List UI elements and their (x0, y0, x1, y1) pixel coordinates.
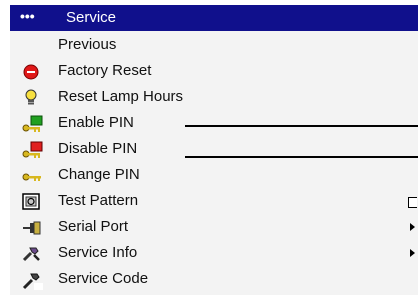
lamp-icon (22, 89, 42, 107)
menu-item-label: Factory Reset (58, 62, 152, 79)
service-code-icon (22, 271, 43, 290)
test-pattern-checkbox[interactable] (408, 197, 417, 208)
change-pin-key-icon (22, 167, 42, 185)
menu-item-label: Previous (58, 36, 117, 53)
menu-item-change-pin[interactable]: Change PIN (10, 163, 418, 189)
menu-item-label: Test Pattern (58, 192, 139, 209)
menu-item-service-code[interactable]: Service Code (10, 267, 418, 293)
menu-item-factory-reset[interactable]: Factory Reset (10, 59, 418, 85)
menu-title-bar: ••• Service (10, 5, 418, 31)
serial-port-icon (22, 219, 42, 237)
serial-port-submenu-arrow-icon (410, 223, 415, 231)
menu-item-reset-lamp-hours[interactable]: Reset Lamp Hours (10, 85, 418, 111)
service-info-submenu-arrow-icon (410, 249, 415, 257)
menu-item-label: Enable PIN (58, 114, 134, 131)
menu-item-label: Service Info (58, 244, 138, 261)
menu-item-label: Service Code (58, 270, 149, 287)
menu-item-previous[interactable]: Previous (10, 33, 418, 59)
menu-item-enable-pin[interactable]: Enable PIN (10, 111, 418, 137)
test-pattern-icon (22, 193, 42, 211)
menu-item-service-info[interactable]: Service Info (10, 241, 418, 267)
service-menu: ••• Service Previous Factory Reset Reset… (10, 5, 418, 295)
menu-item-label: Disable PIN (58, 140, 138, 157)
menu-item-label: Reset Lamp Hours (58, 88, 184, 105)
disable-pin-key-icon (22, 141, 43, 159)
menu-item-test-pattern[interactable]: Test Pattern (10, 189, 418, 215)
menu-item-label: Serial Port (58, 218, 129, 235)
enable-pin-key-icon (22, 115, 43, 133)
factory-reset-icon (22, 63, 42, 81)
menu-item-disable-pin[interactable]: Disable PIN (10, 137, 418, 163)
service-info-icon (22, 245, 42, 263)
menu-item-serial-port[interactable]: Serial Port (10, 215, 418, 241)
menu-item-label: Change PIN (58, 166, 140, 183)
disable-pin-divider (185, 156, 418, 158)
menu-title: Service (66, 9, 117, 26)
enable-pin-divider (185, 125, 418, 127)
menu-dots-icon: ••• (20, 8, 35, 24)
